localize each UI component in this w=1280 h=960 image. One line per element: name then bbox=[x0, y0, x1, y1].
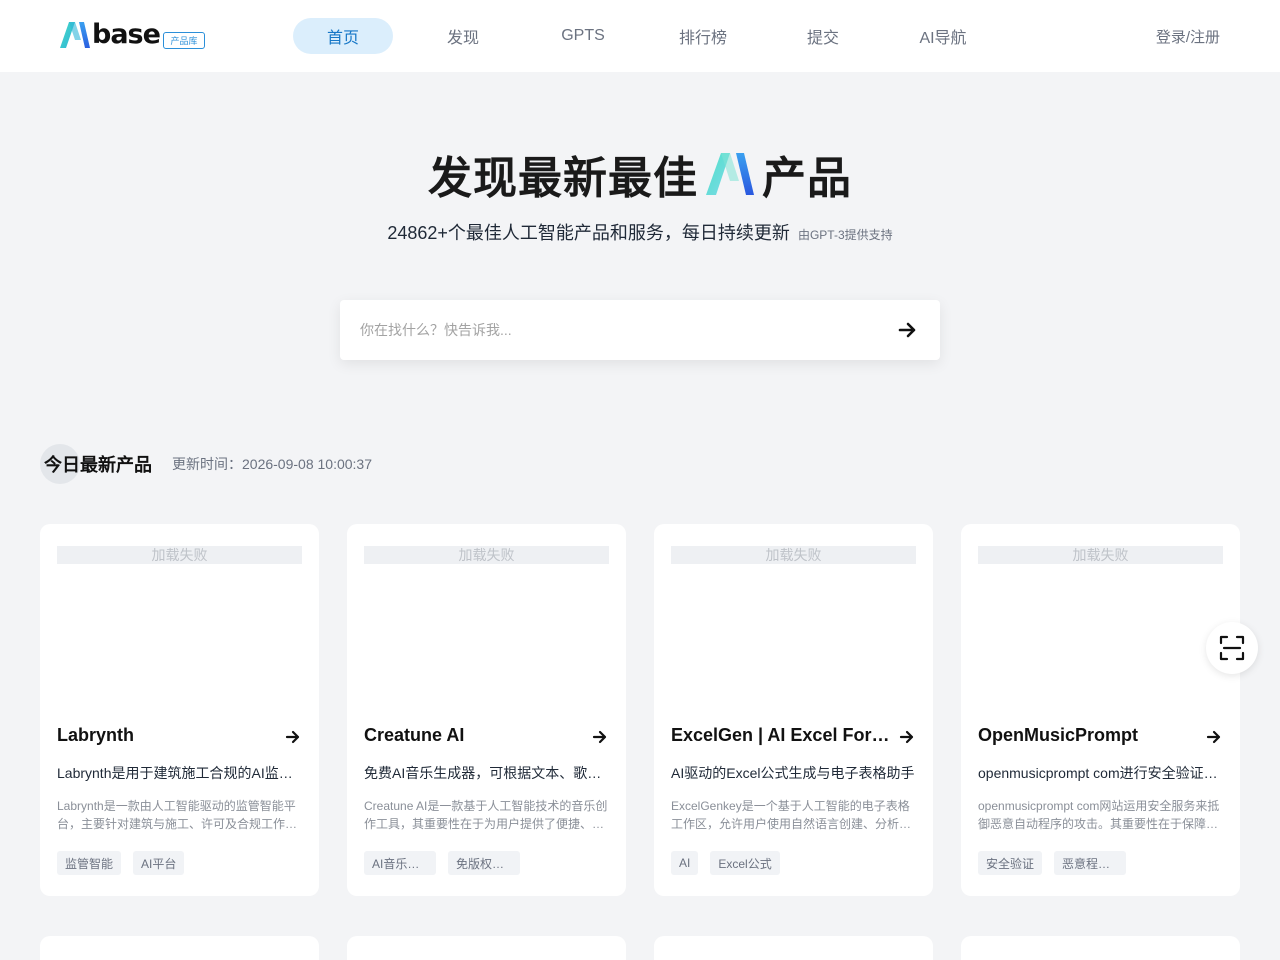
search-box bbox=[340, 300, 940, 360]
product-image-placeholder: 加载失败 bbox=[978, 546, 1223, 564]
arrow-right-icon[interactable] bbox=[899, 729, 915, 745]
product-tag[interactable]: AI bbox=[671, 851, 699, 875]
site-logo[interactable]: base 产品库 bbox=[60, 19, 205, 50]
login-register-link[interactable]: 登录/注册 bbox=[1156, 26, 1220, 47]
hero-title: 发现最新最佳 产品 bbox=[0, 142, 1280, 206]
nav-home[interactable]: 首页 bbox=[293, 18, 393, 54]
product-tagline: Labrynth是用于建筑施工合规的AI监管智能平台 bbox=[57, 765, 302, 781]
arrow-right-icon[interactable] bbox=[1206, 729, 1222, 745]
tag-label: Excel公式 bbox=[718, 856, 772, 871]
hero-title-left: 发现最新最佳 bbox=[428, 154, 698, 203]
powered-by-note: 由GPT-3提供支持 bbox=[797, 228, 893, 242]
product-tag[interactable]: Excel公式 bbox=[710, 851, 780, 875]
ai-logo-icon bbox=[706, 153, 754, 195]
arrow-right-icon[interactable] bbox=[592, 729, 608, 745]
product-card[interactable] bbox=[40, 936, 319, 960]
nav-discover[interactable]: 发现 bbox=[413, 18, 513, 54]
product-tagline: AI驱动的Excel公式生成与电子表格助手 bbox=[671, 765, 915, 781]
product-tag[interactable]: 恶意程序防护 bbox=[1054, 851, 1127, 875]
search-input[interactable] bbox=[360, 318, 860, 342]
product-tag[interactable]: 监管智能 bbox=[57, 851, 122, 875]
product-card[interactable] bbox=[347, 936, 626, 960]
product-tag[interactable]: AI音乐生成 bbox=[364, 851, 436, 875]
hero-subtitle: 24862+个最佳人工智能产品和服务，每日持续更新 由GPT-3提供支持 bbox=[0, 219, 1280, 245]
product-tag[interactable]: 免版权音乐 bbox=[448, 851, 520, 875]
nav-gpts[interactable]: GPTS bbox=[533, 18, 633, 54]
hero-title-right: 产品 bbox=[762, 154, 852, 203]
product-name[interactable]: Labrynth bbox=[57, 725, 279, 746]
tag-label: 安全验证 bbox=[986, 856, 1035, 871]
tag-label: 恶意程序防护 bbox=[1062, 856, 1118, 871]
nav-ai-navigation[interactable]: AI导航 bbox=[893, 18, 993, 54]
tag-label: AI平台 bbox=[141, 856, 177, 871]
product-card[interactable]: 加载失败 OpenMusicPrompt openmusicprompt com… bbox=[961, 524, 1240, 896]
logo-text: base bbox=[92, 19, 161, 50]
tag-label: 监管智能 bbox=[65, 856, 114, 871]
product-card[interactable]: 加载失败 Labrynth Labrynth是用于建筑施工合规的AI监管智能平台… bbox=[40, 524, 319, 896]
section-header: 今日最新产品 更新时间：2026-09-08 10:00:37 bbox=[40, 444, 372, 484]
nav-ranking[interactable]: 排行榜 bbox=[653, 18, 753, 54]
hero-subtitle-text: 24862+个最佳人工智能产品和服务，每日持续更新 bbox=[387, 223, 790, 243]
arrow-right-icon[interactable] bbox=[285, 729, 301, 745]
top-header: base 产品库 首页 发现 GPTS 排行榜 提交 AI导航 登录/注册 bbox=[0, 0, 1280, 72]
product-description: Creatune AI是一款基于人工智能技术的音乐创作工具，其重要性在于为用户提… bbox=[364, 799, 608, 831]
product-tags: 安全验证 恶意程序防护 bbox=[978, 851, 1127, 875]
product-tag[interactable]: 安全验证 bbox=[978, 851, 1043, 875]
product-name[interactable]: OpenMusicPrompt bbox=[978, 725, 1200, 746]
scan-icon bbox=[1219, 635, 1245, 661]
product-image-placeholder: 加载失败 bbox=[671, 546, 916, 564]
product-description: Labrynth是一款由人工智能驱动的监管智能平台，主要针对建筑与施工、许可及合… bbox=[57, 799, 298, 831]
section-title: 今日最新产品 bbox=[44, 455, 152, 475]
tag-label: AI bbox=[679, 856, 691, 870]
product-name[interactable]: ExcelGen | AI Excel Formula Generator bbox=[671, 725, 893, 746]
product-tags: 监管智能 AI平台 bbox=[57, 851, 185, 875]
arrow-right-icon[interactable] bbox=[898, 320, 918, 340]
product-card[interactable] bbox=[654, 936, 933, 960]
product-image-placeholder: 加载失败 bbox=[364, 546, 609, 564]
tag-label: AI音乐生成 bbox=[372, 856, 428, 871]
product-tags: AI Excel公式 bbox=[671, 851, 780, 875]
tag-label: 免版权音乐 bbox=[456, 856, 512, 871]
product-tagline: openmusicprompt com进行安全验证以抵御攻击 bbox=[978, 765, 1223, 781]
product-card[interactable] bbox=[961, 936, 1240, 960]
logo-badge: 产品库 bbox=[163, 32, 205, 49]
product-card[interactable]: 加载失败 Creatune AI 免费AI音乐生成器，可根据文本、歌词生成音乐 … bbox=[347, 524, 626, 896]
product-image-placeholder: 加载失败 bbox=[57, 546, 302, 564]
logo-mark-icon bbox=[60, 22, 90, 48]
product-tagline: 免费AI音乐生成器，可根据文本、歌词生成音乐 bbox=[364, 765, 609, 781]
scan-button[interactable] bbox=[1206, 622, 1258, 674]
product-tags: AI音乐生成 免版权音乐 bbox=[364, 851, 520, 875]
product-tag[interactable]: AI平台 bbox=[133, 851, 185, 875]
product-description: ExcelGenkey是一个基于人工智能的电子表格工作区，允许用户使用自然语言创… bbox=[671, 799, 912, 831]
product-name[interactable]: Creatune AI bbox=[364, 725, 586, 746]
update-time: 更新时间：2026-09-08 10:00:37 bbox=[172, 456, 372, 472]
product-description: openmusicprompt com网站运用安全服务来抵御恶意自动程序的攻击。… bbox=[978, 799, 1220, 831]
product-card[interactable]: 加载失败 ExcelGen | AI Excel Formula Generat… bbox=[654, 524, 933, 896]
nav-submit[interactable]: 提交 bbox=[773, 18, 873, 54]
